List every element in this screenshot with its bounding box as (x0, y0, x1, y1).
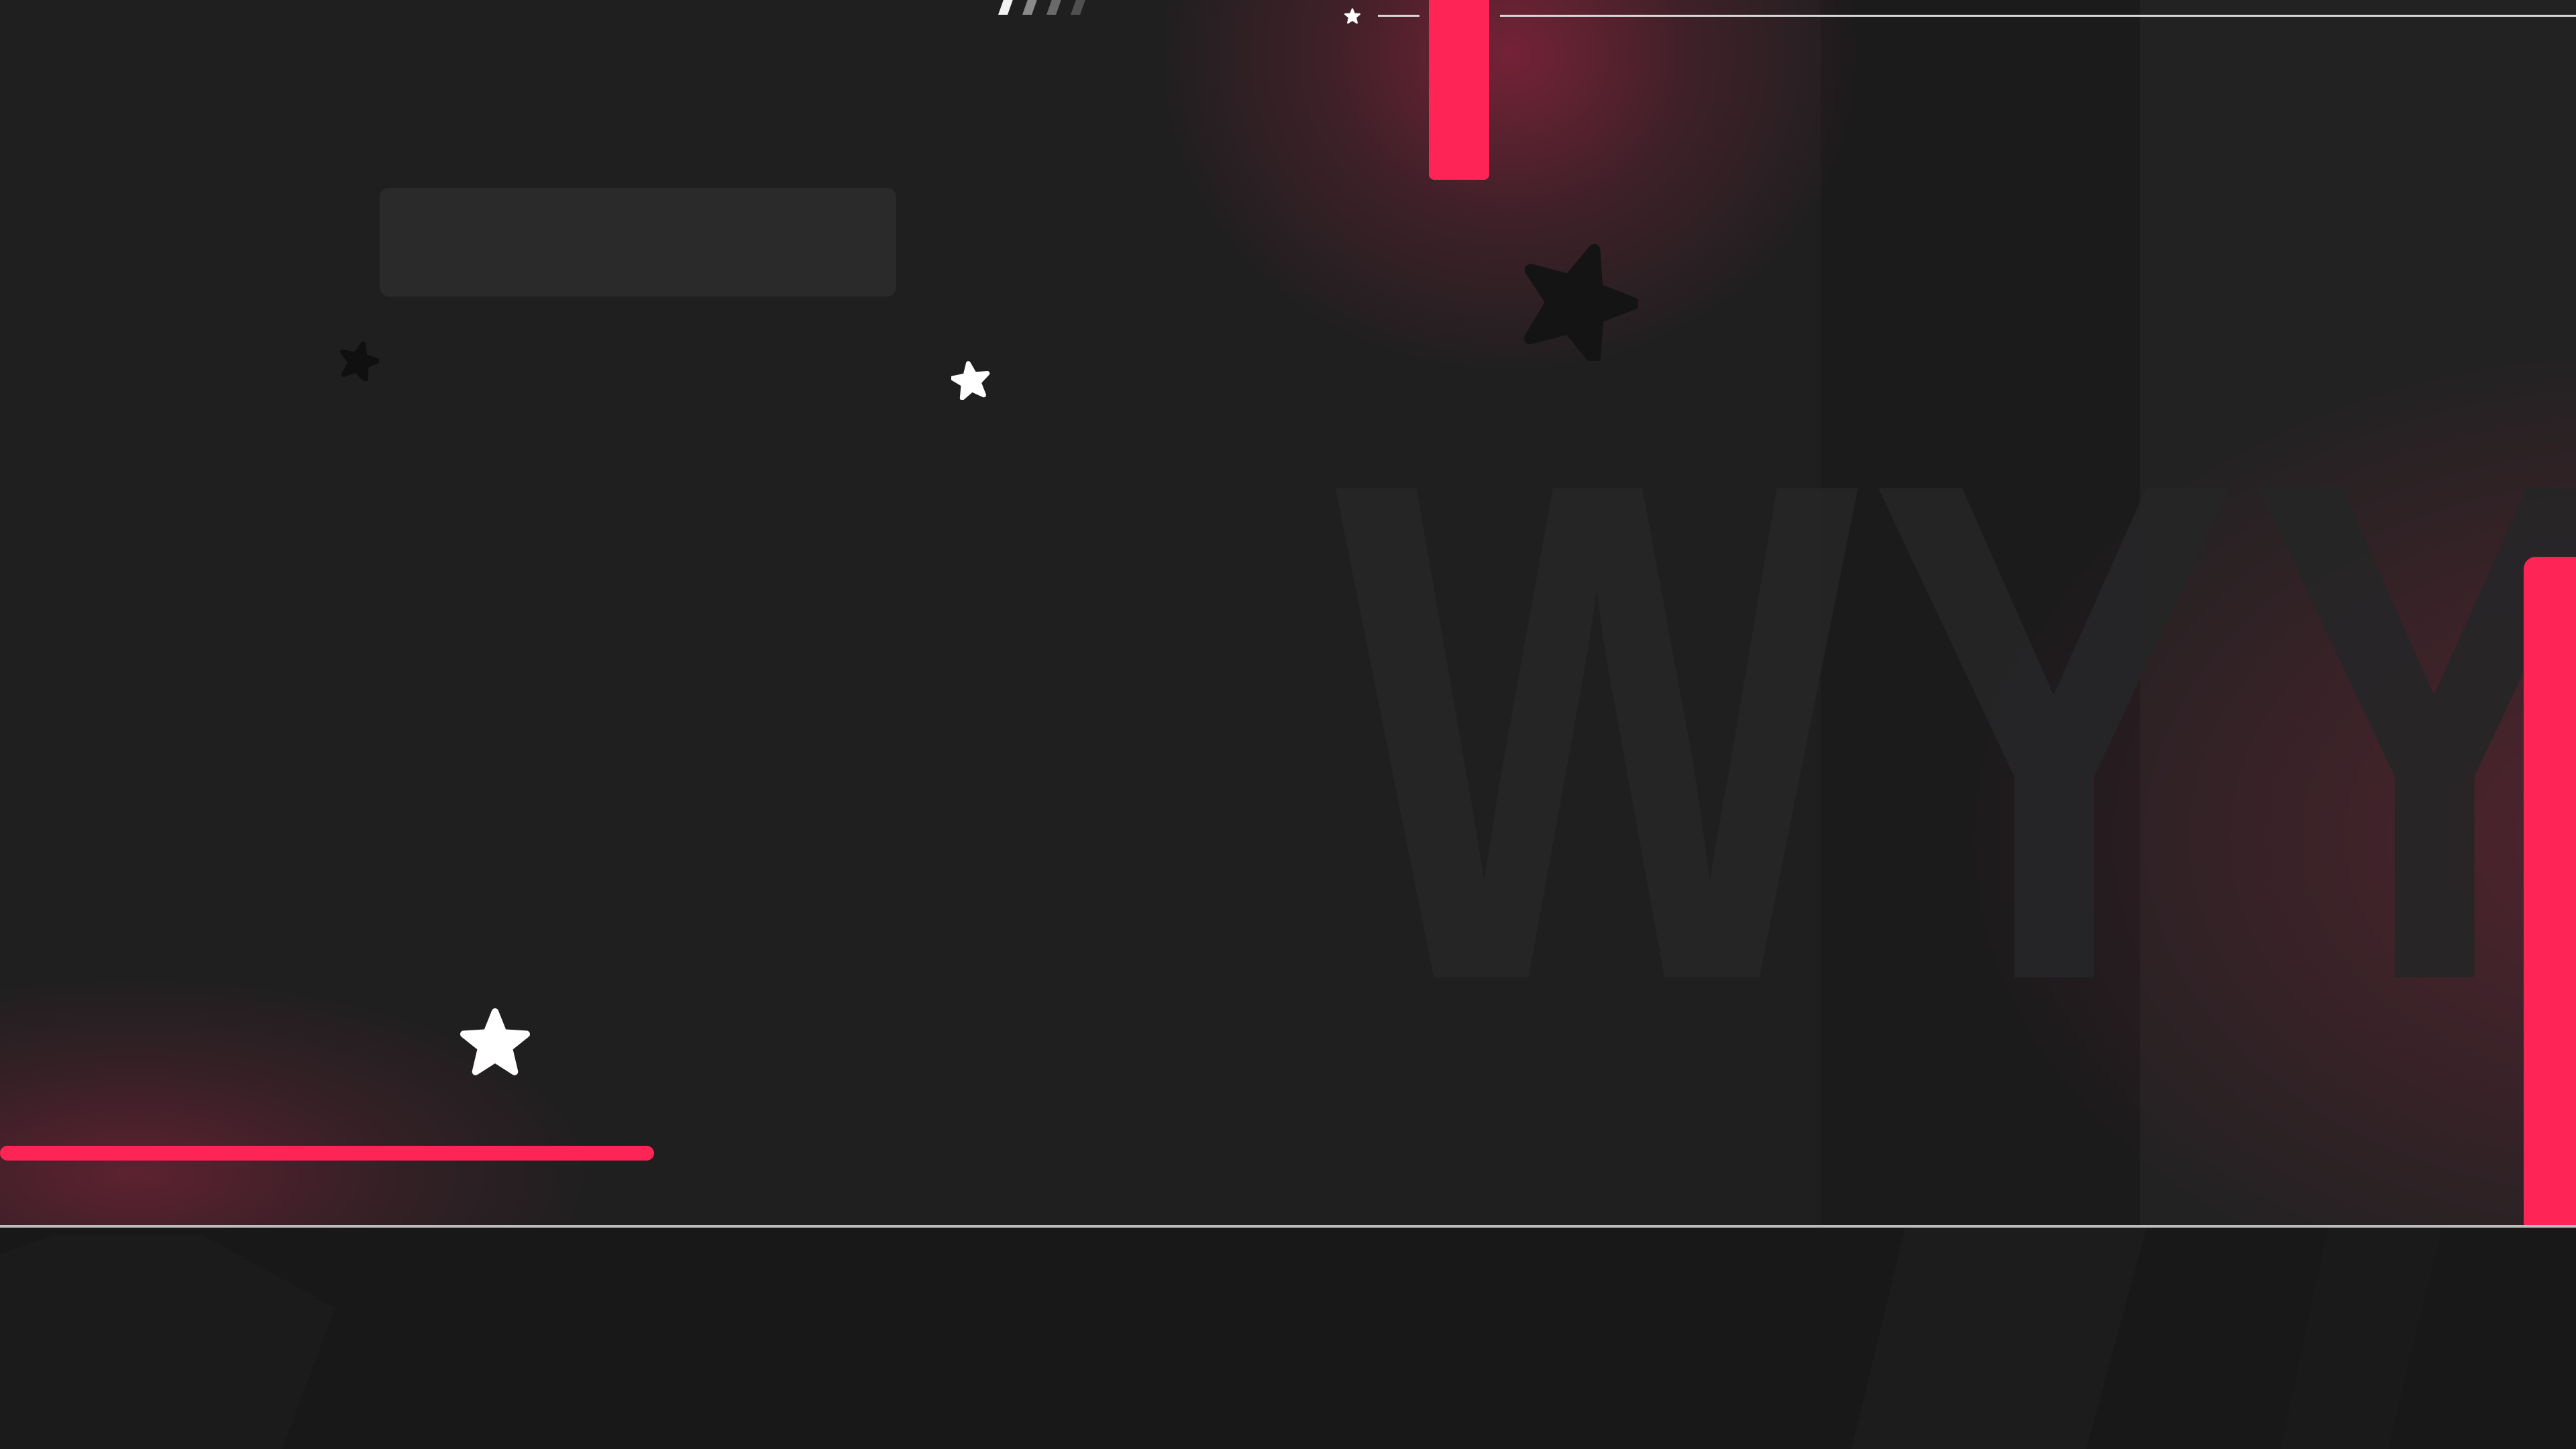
accent-glow-top (1140, 0, 1878, 389)
background-watermark-text: WYYNE (1335, 333, 2576, 1128)
star-icon (1344, 8, 1360, 24)
star-icon (339, 341, 379, 381)
footer-strip (0, 1228, 2576, 1449)
header-divider-short (1378, 15, 1419, 17)
star-icon (951, 361, 990, 400)
slashes-logo-icon (998, 0, 1085, 15)
footer-decoration (0, 1228, 2442, 1449)
hero-stage: WYYNE (0, 0, 2576, 1226)
search-input[interactable] (380, 188, 896, 297)
header-divider-long (1500, 15, 2576, 17)
star-icon (460, 1008, 530, 1075)
accent-bar-top (1429, 0, 1489, 180)
accent-bar-right (2524, 557, 2576, 1226)
star-icon (1523, 244, 1638, 361)
progress-bar (0, 1146, 654, 1161)
